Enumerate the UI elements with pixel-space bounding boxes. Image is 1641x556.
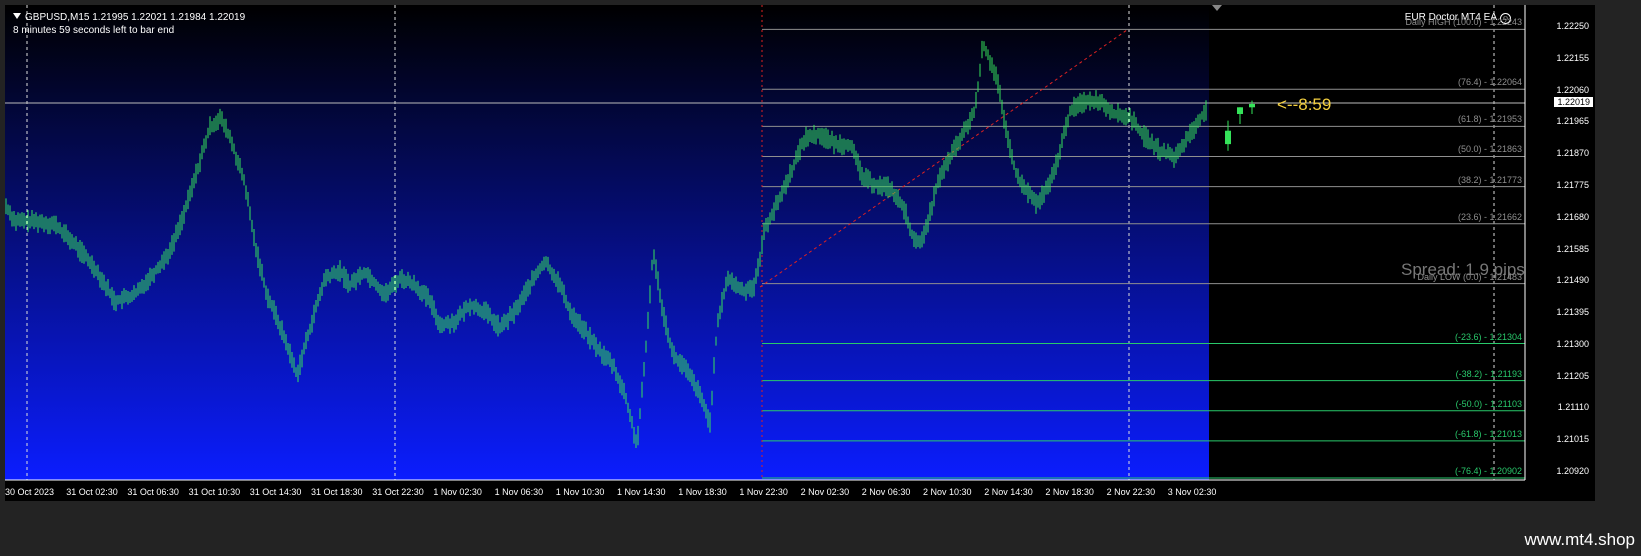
chart-window[interactable]: GBPUSD,M15 1.21995 1.22021 1.21984 1.220… (5, 5, 1595, 501)
price-scale-tick: 1.21300 (1556, 338, 1589, 349)
current-price-box: 1.22019 (1554, 97, 1593, 107)
fib-level-label: (-76.4) - 1.20902 (1454, 466, 1522, 477)
time-scale-tick: 2 Nov 02:30 (800, 487, 850, 497)
fib-level-label: Daily HIGH (100.0) - 1.22243 (1405, 17, 1522, 28)
price-scale-tick: 1.21680 (1556, 211, 1589, 222)
time-scale-tick: 2 Nov 10:30 (923, 487, 972, 497)
time-scale-tick: 1 Nov 14:30 (617, 487, 666, 497)
time-scale-tick: 1 Nov 06:30 (494, 487, 544, 497)
symbol-info: GBPUSD,M15 1.21995 1.22021 1.21984 1.220… (13, 12, 245, 23)
time-scale-tick: 31 Oct 14:30 (249, 487, 302, 497)
bar-timer: 8 minutes 59 seconds left to bar end (13, 25, 175, 36)
fib-level-label: Daily LOW (0.0) - 1.21483 (1417, 271, 1522, 282)
countdown-label: <--8:59 (1277, 95, 1332, 114)
symbol-ohlc: GBPUSD,M15 1.21995 1.22021 1.21984 1.220… (25, 12, 246, 23)
fib-level-label: (-23.6) - 1.21304 (1454, 331, 1522, 342)
time-scale-tick: 1 Nov 22:30 (739, 487, 788, 497)
time-scale-tick: 2 Nov 14:30 (984, 487, 1033, 497)
price-scale-tick: 1.20920 (1556, 466, 1589, 476)
time-scale-tick: 31 Oct 10:30 (188, 487, 241, 497)
time-scale-tick: 1 Nov 18:30 (678, 487, 727, 497)
fib-level-label: (76.4) - 1.22064 (1457, 77, 1522, 88)
price-scale-tick: 1.21775 (1556, 179, 1589, 190)
fib-level-label: (23.6) - 1.21662 (1457, 211, 1522, 222)
fib-level-label: (-61.8) - 1.21013 (1454, 428, 1522, 439)
price-scale-tick: 1.21585 (1556, 243, 1589, 254)
time-scale-tick: 31 Oct 22:30 (372, 487, 424, 497)
time-scale-tick: 2 Nov 22:30 (1106, 487, 1156, 497)
time-scale-tick: 31 Oct 06:30 (127, 487, 179, 497)
fib-level-label: (-38.2) - 1.21193 (1455, 368, 1522, 379)
live-candle-body (1249, 103, 1255, 108)
time-scale-tick: 1 Nov 10:30 (555, 487, 605, 497)
live-candle-body (1237, 107, 1243, 114)
fib-level-label: (61.8) - 1.21953 (1457, 114, 1522, 125)
price-scale-tick: 1.22060 (1556, 84, 1589, 95)
price-scale-tick: 1.21205 (1556, 370, 1589, 381)
live-candle-body (1225, 130, 1231, 145)
time-scale-tick: 3 Nov 02:30 (1167, 487, 1217, 497)
time-scale-tick: 30 Oct 2023 (5, 487, 55, 497)
menu-triangle-icon[interactable] (13, 13, 21, 19)
price-scale-tick: 1.21015 (1556, 434, 1589, 445)
fib-level-label: (-50.0) - 1.21103 (1455, 398, 1522, 409)
price-scale-tick: 1.22250 (1556, 21, 1589, 31)
price-chart[interactable] (5, 5, 1595, 501)
fib-level-label: (50.0) - 1.21863 (1457, 144, 1522, 155)
time-scale-tick: 31 Oct 18:30 (311, 487, 363, 497)
time-scale-tick: 2 Nov 06:30 (861, 487, 911, 497)
fib-level-label: (38.2) - 1.21773 (1457, 174, 1522, 185)
price-scale-tick: 1.21110 (1557, 402, 1589, 413)
watermark: www.mt4.shop (1524, 530, 1635, 549)
time-scale-tick: 1 Nov 02:30 (433, 487, 482, 497)
price-scale-tick: 1.21490 (1556, 275, 1589, 286)
time-scale-tick: 31 Oct 02:30 (66, 487, 118, 497)
price-scale-tick: 1.22155 (1556, 52, 1589, 63)
price-scale-tick: 1.21395 (1556, 307, 1589, 318)
chart-background (5, 5, 1209, 480)
time-scale-tick: 2 Nov 18:30 (1045, 487, 1094, 497)
price-scale-tick: 1.21870 (1556, 148, 1589, 159)
price-scale-tick: 1.21965 (1556, 116, 1589, 127)
